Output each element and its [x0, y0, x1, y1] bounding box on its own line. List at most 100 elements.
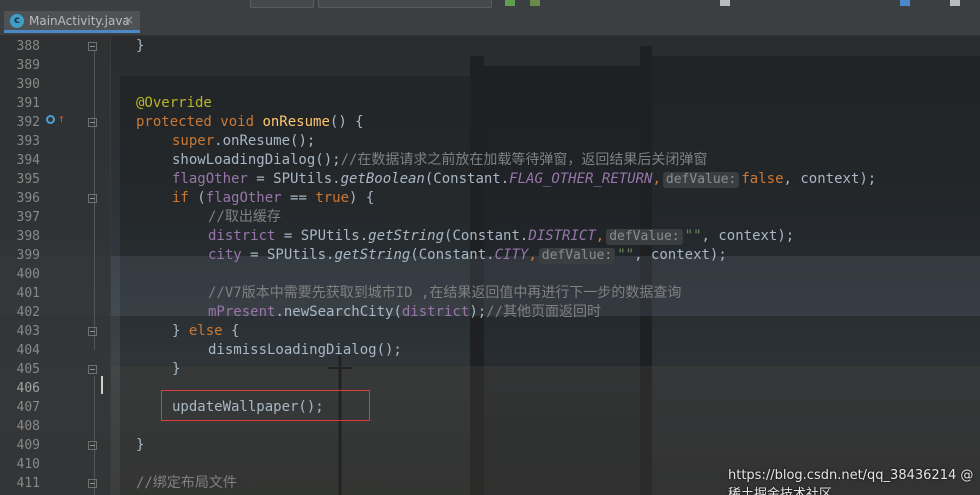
code-text: //绑定布局文件 — [136, 474, 237, 493]
line-number: 397 — [16, 210, 40, 225]
code-token: flagOther — [172, 171, 248, 187]
line-number: 404 — [16, 343, 40, 358]
code-line[interactable]: 401 //V7版本中需要先获取到城市ID ,在结果返回值中再进行下一步的数据查询 — [0, 284, 980, 303]
code-comment: //V7版本中需要先获取到城市ID ,在结果返回值中再进行下一步的数据查询 — [208, 285, 682, 301]
code-token: , — [652, 171, 661, 187]
code-line[interactable]: 409} — [0, 436, 980, 455]
code-token: } — [136, 38, 145, 54]
code-token: district — [401, 304, 470, 320]
code-token: dismissLoadingDialog(); — [208, 342, 402, 358]
line-number: 408 — [16, 419, 40, 434]
go-to-super-icon[interactable]: ↑ — [58, 113, 65, 125]
code-line[interactable]: 389 — [0, 56, 980, 75]
code-token: "" — [617, 247, 635, 263]
line-number: 401 — [16, 286, 40, 301]
code-token: "" — [684, 228, 702, 244]
code-line[interactable]: 405} — [0, 360, 980, 379]
line-number: 411 — [16, 476, 40, 491]
code-token: , context); — [783, 171, 877, 187]
code-token: } — [172, 323, 189, 339]
code-token: (Constant. — [410, 247, 495, 263]
search-icon[interactable] — [950, 0, 960, 6]
code-text: city = SPUtils.getString(Constant.CITY, d… — [208, 246, 727, 265]
code-token: ) { — [349, 190, 375, 206]
code-token: showLoadingDialog(); — [172, 152, 341, 168]
tab-label: MainActivity.java — [29, 14, 130, 28]
code-line[interactable]: 402 mPresent.newSearchCity(district);//其他… — [0, 303, 980, 322]
fold-toggle-icon[interactable] — [88, 194, 97, 203]
code-line[interactable]: 408 — [0, 417, 980, 436]
debug-icon[interactable] — [530, 0, 540, 6]
line-number: 407 — [16, 400, 40, 415]
code-token: = SPUtils. — [275, 228, 369, 244]
code-token: , context); — [701, 228, 795, 244]
line-number: 405 — [16, 362, 40, 377]
line-number: 406 — [16, 381, 40, 396]
code-editor[interactable]: 388} 389 390 391 @Override 392 protected void … — [0, 36, 980, 495]
code-token: onResume — [262, 114, 330, 130]
line-number: 410 — [16, 457, 40, 472]
code-token: city — [208, 247, 242, 263]
code-token: else — [188, 323, 232, 339]
code-line[interactable]: 394 showLoadingDialog();//在数据请求之前放在加载等待弹窗… — [0, 151, 980, 170]
fold-toggle-icon[interactable] — [88, 441, 97, 450]
code-text: dismissLoadingDialog(); — [208, 341, 402, 360]
code-line[interactable]: 393 super.onResume(); — [0, 132, 980, 151]
run-icon[interactable] — [505, 0, 515, 6]
code-line[interactable]: 399 city = SPUtils.getString(Constant.CIT… — [0, 246, 980, 265]
code-token: true — [315, 190, 350, 206]
code-line[interactable]: 398 district = SPUtils.getString(Constant… — [0, 227, 980, 246]
code-token: (Constant. — [444, 228, 529, 244]
fold-toggle-icon[interactable] — [88, 118, 97, 127]
code-line[interactable]: 403} else { — [0, 322, 980, 341]
fold-toggle-icon[interactable] — [88, 327, 97, 336]
code-comment: //绑定布局文件 — [136, 475, 237, 491]
code-line[interactable]: 406 — [0, 379, 980, 398]
text-caret — [101, 376, 103, 394]
code-line[interactable]: 390 — [0, 75, 980, 94]
code-token: super — [172, 133, 215, 149]
avd-manager-icon[interactable] — [900, 0, 910, 6]
highlight-box — [161, 390, 370, 421]
line-number: 409 — [16, 438, 40, 453]
code-line[interactable]: 388} — [0, 37, 980, 56]
code-line[interactable]: 392 protected void onResume() { — [0, 113, 980, 132]
code-line[interactable]: 404 dismissLoadingDialog(); — [0, 341, 980, 360]
device-select[interactable] — [318, 0, 492, 8]
fold-toggle-icon[interactable] — [88, 365, 97, 374]
code-text: if (flagOther == true) { — [172, 189, 374, 208]
code-token: } — [172, 361, 181, 377]
line-number: 391 — [16, 96, 40, 111]
code-token: protected — [136, 114, 221, 130]
code-token: FLAG_OTHER_RETURN — [509, 171, 653, 187]
fold-toggle-icon[interactable] — [88, 42, 97, 51]
tab-mainactivity[interactable]: c MainActivity.java × — [4, 11, 140, 33]
code-line[interactable]: 395 flagOther = SPUtils.getBoolean(Consta… — [0, 170, 980, 189]
override-method-icon[interactable] — [46, 115, 55, 124]
code-line[interactable]: 396 if (flagOther == true) { — [0, 189, 980, 208]
code-line[interactable]: 397 //取出缓存 — [0, 208, 980, 227]
code-token: if — [172, 190, 198, 206]
run-config-select[interactable] — [250, 0, 314, 8]
line-number: 389 — [16, 58, 40, 73]
fold-toggle-icon[interactable] — [88, 479, 97, 488]
code-token: .newSearchCity( — [275, 304, 402, 320]
close-icon[interactable]: × — [124, 13, 134, 27]
code-text: mPresent.newSearchCity(district);//其他页面返… — [208, 303, 601, 322]
code-token: (Constant. — [424, 171, 510, 187]
parameter-hint: defValue: — [606, 229, 683, 245]
code-token: { — [231, 323, 240, 339]
code-line[interactable]: 391 @Override — [0, 94, 980, 113]
code-text: flagOther = SPUtils.getBoolean(Constant.… — [172, 170, 876, 189]
sync-icon[interactable] — [720, 0, 730, 6]
code-text: //取出缓存 — [208, 208, 281, 227]
code-text: protected void onResume() { — [136, 113, 364, 132]
code-token: } — [136, 437, 145, 453]
code-token: getString — [334, 247, 411, 263]
code-line[interactable]: 407 updateWallpaper(); — [0, 398, 980, 417]
code-line[interactable]: 400 — [0, 265, 980, 284]
code-token: = SPUtils. — [247, 171, 341, 187]
code-comment: //其他页面返回时 — [486, 304, 602, 320]
parameter-hint: defValue: — [662, 172, 740, 188]
line-number: 400 — [16, 267, 40, 282]
